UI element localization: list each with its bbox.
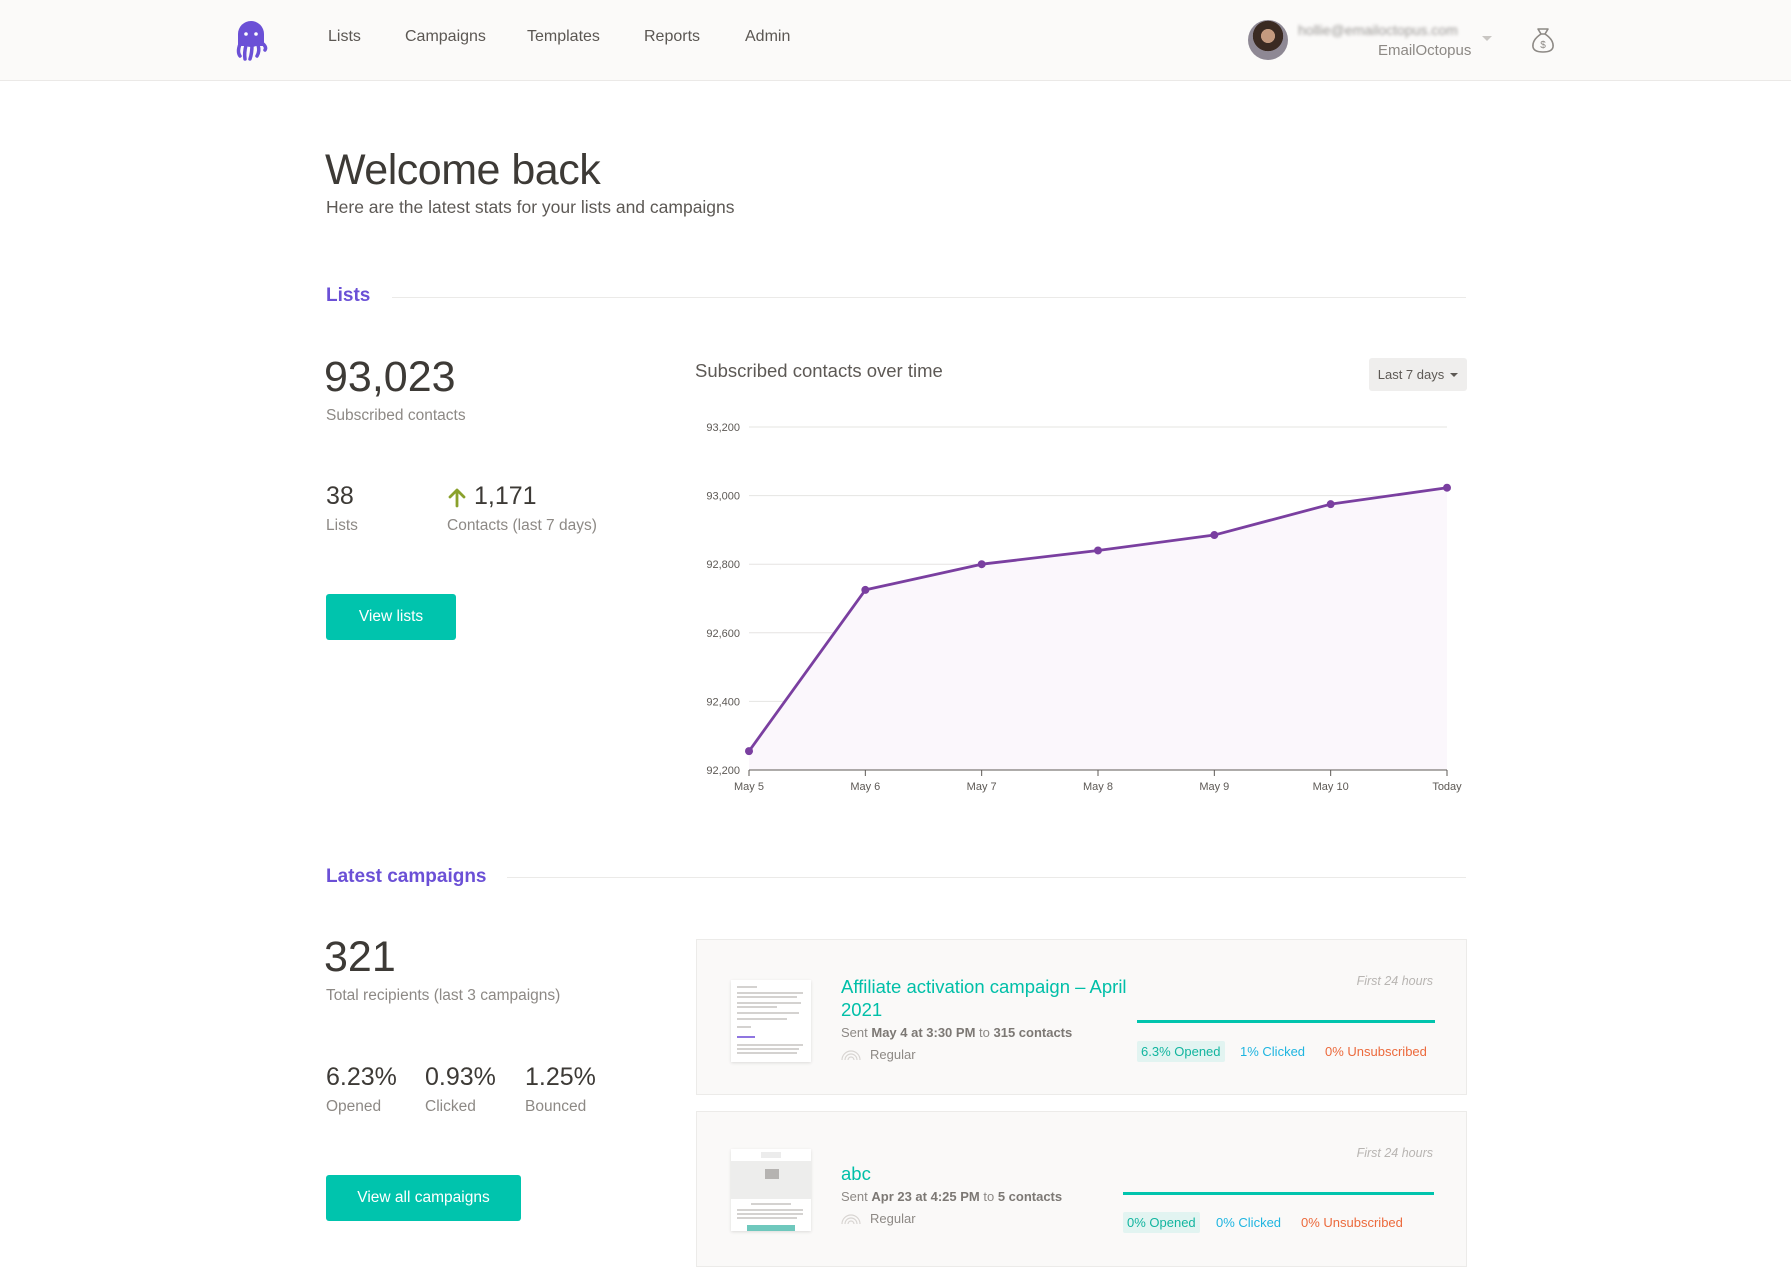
campaign-type-label: Regular <box>870 1211 916 1226</box>
total-recipients-label: Total recipients (last 3 campaigns) <box>326 987 561 1004</box>
rainbow-icon <box>841 1049 861 1060</box>
y-tick-label: 92,600 <box>706 628 740 640</box>
unsubscribed-chip[interactable]: 0% Unsubscribed <box>1321 1041 1431 1062</box>
nav-campaigns[interactable]: Campaigns <box>405 28 486 46</box>
clicked-rate: 0.93% <box>425 1063 496 1091</box>
campaign-card[interactable]: abc Sent Apr 23 at 4:25 PM to 5 contacts… <box>696 1111 1467 1267</box>
data-point <box>1210 531 1219 540</box>
y-tick-label: 93,200 <box>706 422 740 434</box>
chart-title: Subscribed contacts over time <box>695 360 943 381</box>
data-point <box>1443 483 1451 492</box>
data-point <box>977 560 986 569</box>
page-title: Welcome back <box>325 146 601 194</box>
clicked-chip[interactable]: 0% Clicked <box>1212 1212 1285 1233</box>
lists-count: 38 <box>326 482 354 510</box>
growth-label: Contacts (last 7 days) <box>447 517 597 534</box>
sent-date: May 4 at 3:30 PM <box>871 1025 976 1040</box>
sent-mid: to <box>979 1189 998 1204</box>
data-point <box>1094 546 1102 555</box>
lists-section-heading: Lists <box>326 285 371 306</box>
opened-label: Opened <box>326 1098 382 1115</box>
view-lists-button[interactable]: View lists <box>326 594 456 640</box>
money-bag-icon[interactable]: $ <box>1530 26 1556 54</box>
stats-period-label: First 24 hours <box>1356 1146 1433 1160</box>
campaign-type: Regular <box>841 1211 916 1226</box>
nav-templates[interactable]: Templates <box>527 28 600 46</box>
campaign-sent-info: Sent Apr 23 at 4:25 PM to 5 contacts <box>841 1189 1062 1204</box>
campaign-sent-info: Sent May 4 at 3:30 PM to 315 contacts <box>841 1025 1072 1040</box>
nav-admin[interactable]: Admin <box>745 28 790 46</box>
nav-reports[interactable]: Reports <box>644 28 700 46</box>
subscribed-contacts-chart: 92,200 92,400 92,600 92,800 93,000 93,200 May… <box>706 422 1462 793</box>
user-email[interactable]: hollie@emailoctopus.com <box>1298 22 1458 38</box>
arrow-up-icon <box>448 488 466 508</box>
date-range-dropdown[interactable]: Last 7 days <box>1369 358 1467 391</box>
clicked-label: Clicked <box>425 1098 476 1115</box>
opened-chip[interactable]: 0% Opened <box>1123 1212 1200 1233</box>
sent-prefix: Sent <box>841 1189 872 1204</box>
date-range-label: Last 7 days <box>1377 367 1445 382</box>
data-point <box>861 585 870 594</box>
open-rate-bar <box>1137 1020 1435 1023</box>
campaigns-section-heading: Latest campaigns <box>326 866 487 887</box>
top-navigation-bar: Lists Campaigns Templates Reports Admin … <box>0 0 1791 81</box>
campaign-thumbnail[interactable] <box>731 980 811 1062</box>
rainbow-icon <box>841 1213 861 1224</box>
subscribed-count: 93,023 <box>324 353 456 401</box>
campaign-name-link[interactable]: Affiliate activation campaign – April 20… <box>841 975 1131 1021</box>
x-tick-label: May 6 <box>850 781 880 793</box>
user-organization[interactable]: EmailOctopus <box>1378 42 1471 59</box>
bounced-rate: 1.25% <box>525 1063 596 1091</box>
campaign-name-link[interactable]: abc <box>841 1162 871 1185</box>
page-subtitle: Here are the latest stats for your lists… <box>326 197 735 217</box>
x-tick-label: May 8 <box>1083 781 1113 793</box>
total-recipients: 321 <box>324 933 396 981</box>
data-point <box>1326 500 1335 509</box>
chevron-down-icon[interactable] <box>1482 36 1492 41</box>
user-avatar[interactable] <box>1248 20 1288 60</box>
opened-rate: 6.23% <box>326 1063 397 1091</box>
sent-contacts: 315 contacts <box>993 1025 1073 1040</box>
x-tick-label: May 5 <box>734 781 764 793</box>
subscribed-label: Subscribed contacts <box>326 407 466 424</box>
open-rate-bar <box>1123 1192 1434 1195</box>
unsubscribed-chip[interactable]: 0% Unsubscribed <box>1297 1212 1407 1233</box>
sent-mid: to <box>975 1025 994 1040</box>
y-tick-label: 92,400 <box>706 696 740 708</box>
campaign-type-label: Regular <box>870 1047 916 1062</box>
area-fill <box>749 487 1447 770</box>
sent-date: Apr 23 at 4:25 PM <box>871 1189 980 1204</box>
campaign-type: Regular <box>841 1047 916 1062</box>
data-point <box>745 747 753 756</box>
y-tick-label: 93,000 <box>706 491 740 503</box>
emailoctopus-logo-icon[interactable] <box>234 20 268 62</box>
growth-count: 1,171 <box>474 482 537 510</box>
x-tick-label: May 9 <box>1199 781 1229 793</box>
opened-chip[interactable]: 6.3% Opened <box>1137 1041 1225 1062</box>
svg-text:$: $ <box>1540 40 1546 51</box>
x-tick-label: May 7 <box>967 781 997 793</box>
section-divider <box>507 877 1466 878</box>
campaign-thumbnail[interactable] <box>731 1149 811 1231</box>
caret-down-icon <box>1450 372 1459 377</box>
sent-prefix: Sent <box>841 1025 872 1040</box>
clicked-chip[interactable]: 1% Clicked <box>1236 1041 1309 1062</box>
x-tick-label: May 10 <box>1313 781 1349 793</box>
y-tick-label: 92,800 <box>706 559 740 571</box>
bounced-label: Bounced <box>525 1098 587 1115</box>
lists-label: Lists <box>326 517 358 534</box>
sent-contacts: 5 contacts <box>997 1189 1063 1204</box>
view-all-campaigns-button[interactable]: View all campaigns <box>326 1175 521 1221</box>
nav-lists[interactable]: Lists <box>328 28 361 46</box>
section-divider <box>392 297 1466 298</box>
y-tick-label: 92,200 <box>706 765 740 777</box>
campaign-card[interactable]: Affiliate activation campaign – April 20… <box>696 939 1467 1095</box>
x-tick-label: Today <box>1432 781 1462 793</box>
stats-period-label: First 24 hours <box>1356 974 1433 988</box>
